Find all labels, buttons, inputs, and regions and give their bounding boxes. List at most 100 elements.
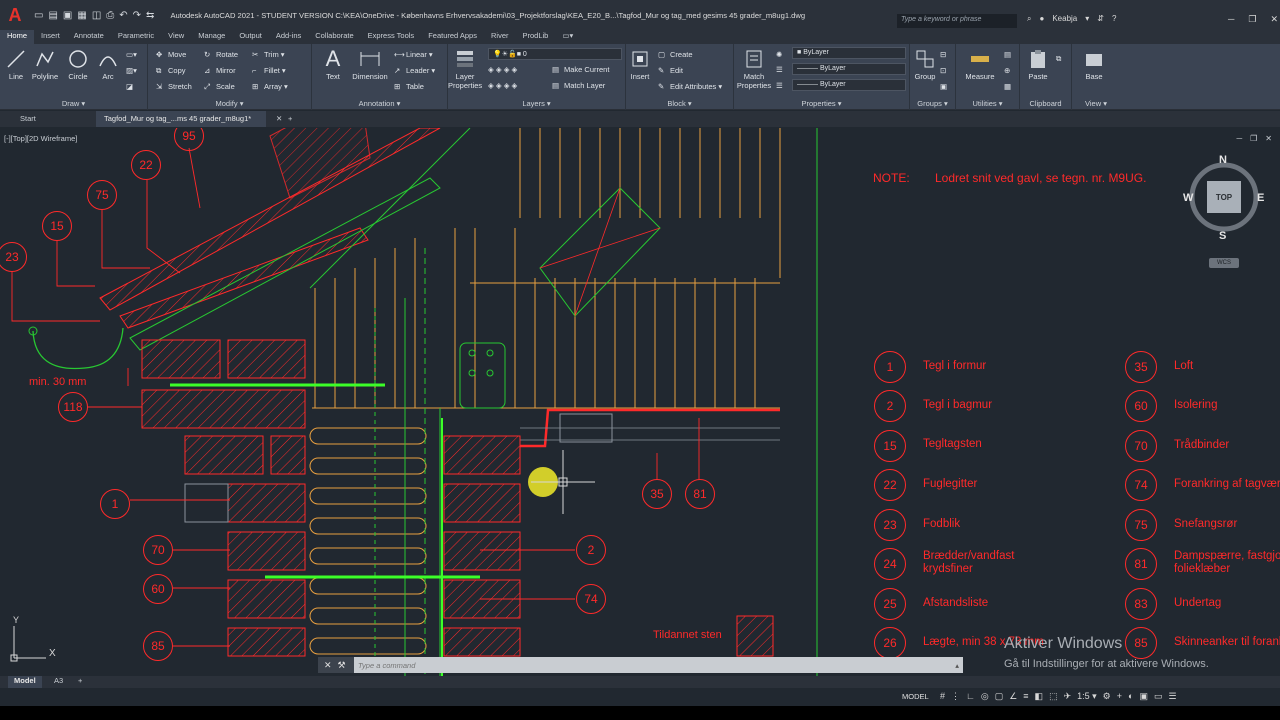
scale-tool[interactable]: ⤢ Scale [204,82,235,91]
drawing-tab[interactable]: Tagfod_Mur og tag_...ms 45 grader_m8ug1* [96,111,266,127]
draw-panel-title[interactable]: Draw ▾ [0,99,147,108]
make-current-tool[interactable]: ▤ Make Current [552,65,609,74]
ungroup-icon[interactable]: ⊟ [940,50,946,59]
groups-panel-title[interactable]: Groups ▾ [910,99,955,108]
copy-tool[interactable]: ⧉ Copy [156,66,186,75]
properties-panel-title[interactable]: Properties ▾ [734,99,909,108]
minimize-icon[interactable]: ─ [1228,14,1234,25]
command-scroll-icon[interactable]: ▴ [951,661,963,670]
paste-tool[interactable]: Paste [1024,48,1052,81]
insert-tool[interactable]: Insert [626,48,654,81]
id-point-icon[interactable]: ⊕ [1004,66,1010,75]
lineweight-toggle-icon[interactable]: ≡ [1023,691,1028,702]
isolate-icon[interactable]: ◐ [1128,691,1133,702]
linetype-icon[interactable]: ☰ [776,65,783,74]
save-as-icon[interactable]: ▦ [77,10,86,21]
move-tool[interactable]: ✥ Move [156,50,186,59]
polyline-tool[interactable]: Polyline [28,48,62,81]
leader-tool[interactable]: ↗ Leader ▾ [394,66,435,75]
tab-insert[interactable]: Insert [34,30,67,44]
model-space-button[interactable]: MODEL [902,692,929,701]
arc-tool[interactable]: Arc [94,48,122,81]
text-tool[interactable]: A Text [316,48,350,82]
copy-clip-icon[interactable]: ⧉ [1056,54,1061,64]
layer-tools-row1[interactable]: ◈ ◈ ◈ ◈ [488,65,517,74]
modify-panel-title[interactable]: Modify ▾ [148,99,311,108]
trim-tool[interactable]: ✂ Trim ▾ [252,50,285,59]
user-icon[interactable]: ● [1039,14,1044,24]
layers-panel-title[interactable]: Layers ▾ [448,99,625,108]
command-customize-icon[interactable]: ⚒ [338,660,346,671]
grid-icon[interactable]: # [940,691,945,702]
view-cube[interactable]: TOP N S E W [1183,154,1265,242]
undo-icon[interactable]: ↶ [119,10,127,21]
restore-icon[interactable]: ❐ [1248,14,1256,25]
ribbon-toggle-icon[interactable]: ▭▾ [555,30,580,44]
ortho-icon[interactable]: ∟ [966,691,975,702]
group-tool[interactable]: Group [912,48,938,81]
lineweight-icon[interactable]: ☰ [776,81,783,90]
annotation-visibility-icon[interactable]: ✈ [1064,691,1072,702]
new-tab-icon[interactable]: + [280,111,300,127]
stretch-tool[interactable]: ⇲ Stretch [156,82,192,91]
open-file-icon[interactable]: ▤ [48,10,57,21]
share-icon[interactable]: ⇆ [146,10,154,21]
viewport-minimize-icon[interactable]: ─ [1236,134,1242,143]
color-dropdown[interactable]: ■ ByLayer [792,47,906,59]
base-view-tool[interactable]: Base [1080,48,1108,81]
draw-more-tool[interactable]: ◪ [126,82,133,91]
measure-tool[interactable]: Measure [960,48,1000,81]
print-icon[interactable]: ⎙ [106,10,114,21]
tab-prodlib[interactable]: ProdLib [516,30,556,44]
user-name[interactable]: Keabja [1052,14,1077,24]
match-layer-tool[interactable]: ▤ Match Layer [552,81,605,90]
close-icon[interactable]: ✕ [1270,14,1278,25]
group-edit-icon[interactable]: ⊡ [940,66,946,75]
dimension-tool[interactable]: Dimension [350,48,390,81]
quick-calc-icon[interactable]: ▦ [1004,82,1011,91]
edit-block-tool[interactable]: ✎ Edit [658,66,683,75]
layer-tools-row2[interactable]: ◈ ◈ ◈ ◈ [488,81,517,90]
table-tool[interactable]: ⊞ Table [394,82,424,91]
tab-annotate[interactable]: Annotate [67,30,111,44]
autocad-logo-icon[interactable]: A [0,0,30,30]
tab-river[interactable]: River [484,30,516,44]
lineweight-dropdown[interactable]: ——— ByLayer [792,79,906,91]
tab-collaborate[interactable]: Collaborate [308,30,360,44]
viewport-restore-icon[interactable]: ❐ [1250,134,1257,143]
view-cube-top-face[interactable]: TOP [1207,181,1241,213]
linear-tool[interactable]: ⟷ Linear ▾ [394,50,433,59]
search-icon[interactable]: ⌕ [1027,14,1031,24]
tab-featured-apps[interactable]: Featured Apps [421,30,484,44]
plus-icon[interactable]: + [1117,691,1122,702]
rotate-tool[interactable]: ↻ Rotate [204,50,238,59]
wcs-menu[interactable]: WCS [1209,258,1239,268]
save-icon[interactable]: ▣ [63,10,72,21]
osnap-icon[interactable]: ▢ [995,691,1004,702]
utilities-panel-title[interactable]: Utilities ▾ [956,99,1019,108]
clean-screen-icon[interactable]: ▭ [1154,691,1163,702]
view-panel-title[interactable]: View ▾ [1072,99,1120,108]
annotation-scale-value[interactable]: 1:5 ▾ [1077,691,1097,702]
circle-tool[interactable]: Circle [64,48,92,81]
hatch-tool[interactable]: ▨▾ [126,66,137,75]
compass-west[interactable]: W [1183,192,1193,204]
tab-add-ins[interactable]: Add-ins [269,30,308,44]
create-block-tool[interactable]: ▢ Create [658,50,693,59]
customize-icon[interactable]: ☰ [1168,691,1176,702]
tab-view[interactable]: View [161,30,191,44]
viewport-close-icon[interactable]: ✕ [1265,134,1272,143]
annotation-panel-title[interactable]: Annotation ▾ [312,99,447,108]
redo-icon[interactable]: ↷ [133,10,141,21]
workspace-icon[interactable]: ⚙ [1103,691,1111,702]
edit-attributes-tool[interactable]: ✎ Edit Attributes ▾ [658,82,722,91]
compass-east[interactable]: E [1257,192,1264,204]
compass-north[interactable]: N [1219,154,1227,166]
tab-manage[interactable]: Manage [191,30,232,44]
tab-parametric[interactable]: Parametric [111,30,161,44]
viewport-controls-label[interactable]: [-][Top][2D Wireframe] [4,134,77,143]
model-tab[interactable]: Model [8,676,42,688]
new-file-icon[interactable]: ▭ [34,10,43,21]
drawing-viewport[interactable]: [-][Top][2D Wireframe] ─ ❐ ✕ TOP N S E W… [0,128,1280,676]
mirror-tool[interactable]: ⊿ Mirror [204,66,236,75]
